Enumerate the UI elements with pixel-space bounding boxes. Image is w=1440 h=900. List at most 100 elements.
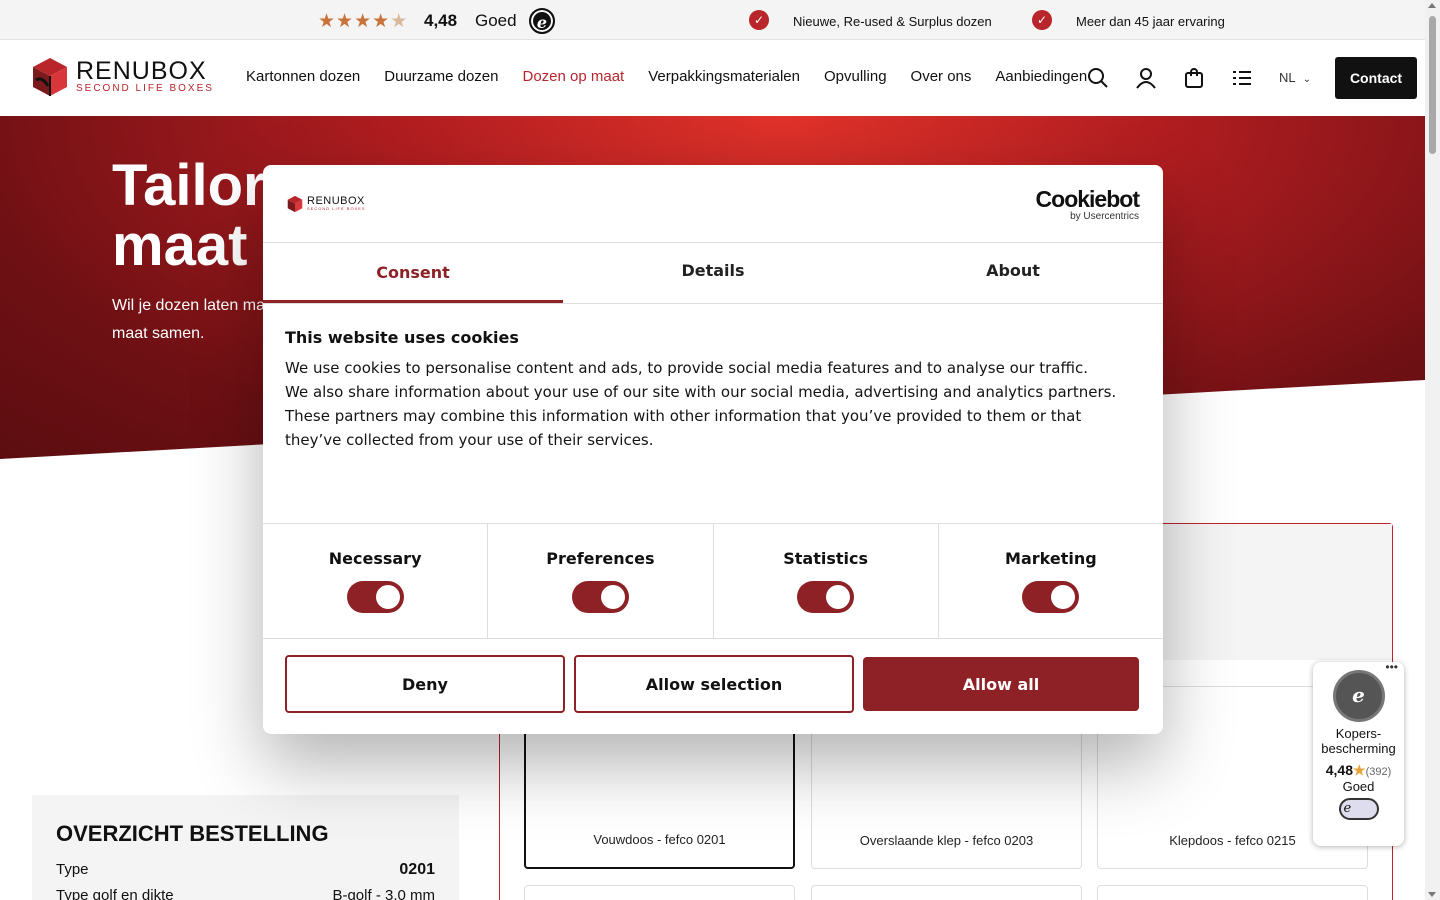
tab-consent[interactable]: Consent xyxy=(263,243,563,303)
dialog-paragraph: These partners may combine this informat… xyxy=(285,407,1082,449)
allow-all-button[interactable]: Allow all xyxy=(863,657,1139,711)
main-nav: Kartonnen dozen Duurzame dozen Dozen op … xyxy=(246,68,1087,85)
dialog-header: RENUBOX SECOND LIFE BOXES Cookiebot by U… xyxy=(263,165,1163,243)
dialog-tabs: Consent Details About xyxy=(263,243,1163,304)
tab-about[interactable]: About xyxy=(863,243,1163,303)
star-icon: ★ xyxy=(372,10,390,32)
list-icon[interactable] xyxy=(1230,66,1254,90)
dialog-paragraph: We also share information about your use… xyxy=(285,383,1117,401)
page-scrollbar[interactable] xyxy=(1425,0,1440,900)
dialog-logo-name: RENUBOX xyxy=(307,195,365,207)
review-count: (392) xyxy=(1365,766,1392,778)
order-summary: OVERZICHT BESTELLING Type 0201 Type golf… xyxy=(32,795,459,900)
summary-row-value: B-golf - 3,0 mm xyxy=(332,887,435,900)
box-option[interactable] xyxy=(1097,885,1368,900)
star-icon: ★ xyxy=(354,10,372,32)
usp-item: ✓ Meer dan 45 jaar ervaring xyxy=(1032,10,1225,30)
marketing-toggle[interactable] xyxy=(1022,581,1080,613)
tab-details[interactable]: Details xyxy=(563,243,863,303)
configurator-info-panel xyxy=(1163,524,1392,660)
check-icon: ✓ xyxy=(1032,10,1052,30)
search-icon[interactable] xyxy=(1086,66,1110,90)
scroll-up-icon[interactable] xyxy=(1428,3,1436,8)
rating-word: Goed xyxy=(475,11,517,30)
allow-selection-button[interactable]: Allow selection xyxy=(574,655,854,713)
rating-value: 4,48 xyxy=(424,11,458,30)
nav-item-duurzame-dozen[interactable]: Duurzame dozen xyxy=(384,68,498,85)
logo-name: RENUBOX xyxy=(76,57,207,85)
box-logo-icon xyxy=(287,195,303,213)
star-icon: ★ xyxy=(1353,762,1366,778)
category-label: Statistics xyxy=(783,549,868,568)
box-option[interactable] xyxy=(524,885,795,900)
rating-stars: ★ ★ ★ ★ ★ xyxy=(318,11,407,31)
trusted-shops-score: 4,48★(392) xyxy=(1313,762,1404,779)
cookiebot-logo[interactable]: Cookiebot by Usercentrics xyxy=(1035,186,1140,223)
nav-item-kartonnen-dozen[interactable]: Kartonnen dozen xyxy=(246,68,360,85)
more-options-icon[interactable]: ••• xyxy=(1385,660,1398,674)
dialog-paragraph: We use cookies to personalise content an… xyxy=(285,359,1088,377)
usp-text: Nieuwe, Re-used & Surplus dozen xyxy=(793,13,992,29)
check-icon: ✓ xyxy=(749,10,769,30)
contact-button[interactable]: Contact xyxy=(1335,57,1417,99)
dialog-heading: This website uses cookies xyxy=(285,328,519,347)
score-word: Goed xyxy=(1342,779,1375,794)
half-star-icon: ★ xyxy=(390,10,408,32)
category-label: Marketing xyxy=(1005,549,1097,568)
trusted-shops-e-icon[interactable]: e xyxy=(529,8,555,34)
category-label: Necessary xyxy=(328,549,422,568)
deny-button[interactable]: Deny xyxy=(285,655,565,713)
trusted-shops-toggle[interactable]: e xyxy=(1338,798,1379,820)
scrollbar-thumb[interactable] xyxy=(1429,16,1436,154)
dialog-body: This website uses cookies We use cookies… xyxy=(263,304,1163,524)
star-icon: ★ xyxy=(318,10,336,32)
nav-item-dozen-op-maat[interactable]: Dozen op maat xyxy=(523,68,625,85)
account-icon[interactable] xyxy=(1134,66,1158,90)
cart-icon[interactable] xyxy=(1182,66,1206,90)
box-option-label: Overslaande klep - fefco 0203 xyxy=(859,833,1034,848)
summary-row: Type 0201 xyxy=(56,861,435,879)
cookiebot-subtitle: by Usercentrics xyxy=(1070,211,1139,222)
nav-item-verpakkingsmaterialen[interactable]: Verpakkingsmaterialen xyxy=(648,68,800,85)
logo-tagline: SECOND LIFE BOXES xyxy=(76,83,214,94)
top-bar: ★ ★ ★ ★ ★ 4,48 Goed e ✓ Nieuwe, Re-used … xyxy=(0,0,1425,40)
language-selector[interactable]: NL ⌄ xyxy=(1279,70,1311,85)
usp-item: ✓ Nieuwe, Re-used & Surplus dozen xyxy=(749,10,992,30)
nav-item-aanbiedingen[interactable]: Aanbiedingen xyxy=(995,68,1087,85)
trusted-shops-badge[interactable]: ••• e Kopers-bescherming 4,48★(392) Goed… xyxy=(1313,660,1404,846)
box-option[interactable] xyxy=(811,885,1082,900)
box-option-label: Vouwdoos - fefco 0201 xyxy=(593,832,726,847)
cookie-consent-dialog: RENUBOX SECOND LIFE BOXES Cookiebot by U… xyxy=(263,165,1163,734)
nav-item-opvulling[interactable]: Opvulling xyxy=(824,68,887,85)
category-label: Preferences xyxy=(546,549,655,568)
dialog-logo-tagline: SECOND LIFE BOXES xyxy=(307,206,366,211)
category-statistics: Statistics xyxy=(714,524,939,638)
box-logo-icon xyxy=(33,58,67,96)
scroll-down-icon[interactable] xyxy=(1428,892,1436,897)
star-icon: ★ xyxy=(336,10,354,32)
trusted-shops-seal-icon: e xyxy=(1332,670,1385,722)
order-summary-title: OVERZICHT BESTELLING xyxy=(56,821,329,846)
necessary-toggle[interactable] xyxy=(346,581,404,613)
preferences-toggle[interactable] xyxy=(571,581,629,613)
usp-text: Meer dan 45 jaar ervaring xyxy=(1076,13,1225,29)
summary-row-value: 0201 xyxy=(399,861,435,878)
renubox-logo[interactable]: RENUBOX SECOND LIFE BOXES xyxy=(32,56,214,98)
summary-row: Type golf en dikte B-golf - 3,0 mm xyxy=(56,887,435,900)
score-value: 4,48 xyxy=(1325,762,1353,778)
nav-item-over-ons[interactable]: Over ons xyxy=(911,68,972,85)
summary-row-label: Type xyxy=(56,861,89,878)
chevron-down-icon: ⌄ xyxy=(1302,74,1312,85)
summary-row-label: Type golf en dikte xyxy=(56,887,174,900)
category-preferences: Preferences xyxy=(488,524,714,638)
cookie-categories: Necessary Preferences Statistics Marketi… xyxy=(263,524,1163,639)
language-label: NL xyxy=(1279,70,1296,85)
category-necessary: Necessary xyxy=(263,524,489,638)
site-header: RENUBOX SECOND LIFE BOXES Kartonnen doze… xyxy=(0,40,1425,116)
category-marketing: Marketing xyxy=(939,524,1163,638)
dialog-logo: RENUBOX SECOND LIFE BOXES xyxy=(287,195,366,213)
buyer-protection-label: Kopers-bescherming xyxy=(1321,726,1396,756)
cookiebot-name: Cookiebot xyxy=(1035,186,1140,212)
statistics-toggle[interactable] xyxy=(797,581,855,613)
dialog-buttons: Deny Allow selection Allow all xyxy=(263,639,1163,729)
